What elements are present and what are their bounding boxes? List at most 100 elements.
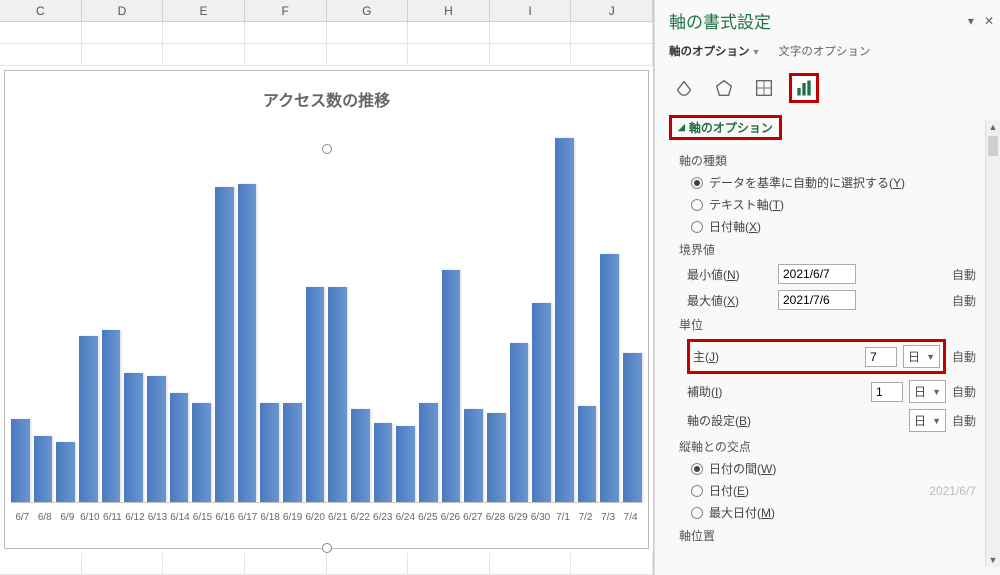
bar[interactable]	[442, 270, 461, 502]
bar[interactable]	[328, 287, 347, 502]
axis-options-icon[interactable]	[789, 73, 819, 103]
x-tick-label: 6/23	[372, 512, 395, 523]
bar[interactable]	[79, 336, 98, 502]
bar[interactable]	[147, 376, 166, 502]
pane-title: 軸の書式設定	[669, 8, 771, 33]
minor-unit-select[interactable]: 日▼	[909, 380, 946, 403]
min-input[interactable]	[778, 264, 856, 284]
bar[interactable]	[532, 303, 551, 502]
x-tick-label: 6/14	[169, 512, 192, 523]
x-tick-label: 6/11	[101, 512, 124, 523]
radio-at-date[interactable]: 日付(E)2021/6/7	[691, 482, 976, 499]
bar[interactable]	[11, 419, 30, 502]
bar[interactable]	[555, 138, 574, 502]
col-header[interactable]: G	[327, 0, 409, 21]
chart-object[interactable]: アクセス数の推移 6/76/86/96/106/116/126/136/146/…	[4, 70, 649, 549]
x-tick-label: 6/30	[529, 512, 552, 523]
label-axis-position: 軸位置	[679, 527, 976, 544]
chart-title[interactable]: アクセス数の推移	[5, 71, 648, 119]
label-axis-type: 軸の種類	[679, 152, 976, 169]
grid-row[interactable]	[0, 553, 653, 575]
fill-line-icon[interactable]	[669, 73, 699, 103]
label-cross: 縦軸との交点	[679, 438, 976, 455]
x-tick-label: 6/7	[11, 512, 34, 523]
bar[interactable]	[192, 403, 211, 502]
radio-between-dates[interactable]: 日付の間(W)	[691, 460, 976, 477]
x-tick-label: 6/26	[439, 512, 462, 523]
scroll-up-icon[interactable]: ▲	[986, 122, 1000, 132]
column-headers: C D E F G H I J	[0, 0, 653, 22]
grid-row[interactable]	[0, 44, 653, 66]
tab-text-options[interactable]: 文字のオプション	[778, 43, 870, 59]
major-unit-select[interactable]: 日▼	[903, 345, 940, 368]
x-tick-label: 6/10	[79, 512, 102, 523]
bar[interactable]	[374, 423, 393, 503]
minor-unit-input[interactable]	[871, 382, 903, 402]
x-tick-label: 6/19	[281, 512, 304, 523]
x-tick-label: 6/24	[394, 512, 417, 523]
cross-date-value: 2021/6/7	[929, 484, 976, 498]
scroll-down-icon[interactable]: ▼	[986, 555, 1000, 565]
bar[interactable]	[487, 413, 506, 502]
auto-indicator: 自動	[952, 412, 976, 429]
col-header[interactable]: E	[163, 0, 245, 21]
label-minor-unit: 補助(I)	[687, 383, 772, 400]
x-axis[interactable]: 6/76/86/96/106/116/126/136/146/156/166/1…	[11, 512, 642, 523]
radio-date-axis[interactable]: 日付軸(X)	[691, 218, 976, 235]
scroll-thumb[interactable]	[988, 136, 998, 156]
x-tick-label: 6/13	[146, 512, 169, 523]
col-header[interactable]: C	[0, 0, 82, 21]
x-tick-label: 6/22	[349, 512, 372, 523]
scrollbar[interactable]: ▲ ▼	[985, 120, 1000, 567]
bar[interactable]	[170, 393, 189, 502]
col-header[interactable]: F	[245, 0, 327, 21]
bar[interactable]	[124, 373, 143, 502]
task-pane-options-icon[interactable]: ▾	[968, 14, 974, 28]
bar[interactable]	[510, 343, 529, 502]
x-tick-label: 6/29	[507, 512, 530, 523]
bar[interactable]	[102, 330, 121, 502]
bar[interactable]	[238, 184, 257, 502]
x-tick-label: 6/21	[326, 512, 349, 523]
major-unit-input[interactable]	[865, 347, 897, 367]
max-input[interactable]	[778, 290, 856, 310]
bar[interactable]	[283, 403, 302, 502]
radio-max-date[interactable]: 最大日付(M)	[691, 504, 976, 521]
col-header[interactable]: J	[571, 0, 653, 21]
close-icon[interactable]: ✕	[984, 14, 994, 28]
col-header[interactable]: I	[490, 0, 572, 21]
radio-text-axis[interactable]: テキスト軸(T)	[691, 196, 976, 213]
bar[interactable]	[351, 409, 370, 502]
bar[interactable]	[56, 442, 75, 502]
bar[interactable]	[623, 353, 642, 502]
col-header[interactable]: D	[82, 0, 164, 21]
chart-plot-area[interactable]	[11, 121, 642, 503]
x-tick-label: 7/2	[574, 512, 597, 523]
effects-icon[interactable]	[709, 73, 739, 103]
x-tick-label: 6/17	[236, 512, 259, 523]
x-tick-label: 6/8	[34, 512, 57, 523]
label-unit: 単位	[679, 316, 976, 333]
bar[interactable]	[260, 403, 279, 502]
bar[interactable]	[578, 406, 597, 502]
bar[interactable]	[600, 254, 619, 502]
bar[interactable]	[306, 287, 325, 502]
grid-row[interactable]	[0, 22, 653, 44]
x-tick-label: 7/1	[552, 512, 575, 523]
size-properties-icon[interactable]	[749, 73, 779, 103]
format-axis-pane: 軸の書式設定 ▾ ✕ 軸のオプション▼ 文字のオプション ◢軸のオプション 軸の…	[654, 0, 1000, 575]
bar[interactable]	[396, 426, 415, 502]
bar[interactable]	[215, 187, 234, 502]
x-tick-label: 7/3	[597, 512, 620, 523]
bar[interactable]	[464, 409, 483, 502]
selection-handle-icon[interactable]	[322, 543, 332, 553]
auto-indicator: 自動	[952, 266, 976, 283]
axis-setting-select[interactable]: 日▼	[909, 409, 946, 432]
section-axis-options[interactable]: ◢軸のオプション	[669, 115, 782, 140]
radio-auto-select[interactable]: データを基準に自動的に選択する(Y)	[691, 174, 976, 191]
bar[interactable]	[34, 436, 53, 502]
bar[interactable]	[419, 403, 438, 502]
tab-axis-options[interactable]: 軸のオプション▼	[669, 43, 760, 59]
auto-indicator: 自動	[952, 348, 976, 365]
col-header[interactable]: H	[408, 0, 490, 21]
